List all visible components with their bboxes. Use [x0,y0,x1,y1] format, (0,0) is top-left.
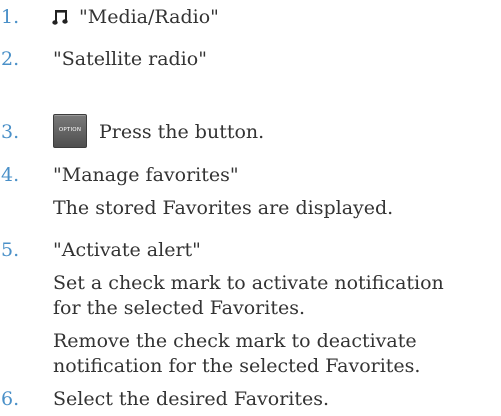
step-5-text: "Activate alert" [53,239,201,261]
step-5-number: 5. [1,239,20,261]
step-1-number: 1. [1,6,20,28]
option-button-label: OPTION [58,127,82,133]
instruction-steps: 1. "Media/Radio" 2. "Satellite radio" 3.… [0,0,501,416]
step-5-detail-1-line-2: for the selected Favorites. [53,297,306,319]
step-2-text: "Satellite radio" [53,48,207,70]
music-note-icon [52,8,70,26]
option-button-icon: OPTION [53,114,87,148]
step-4-text: "Manage favorites" [53,164,239,186]
step-3-number: 3. [1,121,20,143]
step-3-text: Press the button. [99,121,265,143]
step-2-number: 2. [1,48,20,70]
step-6-number: 6. [1,388,20,410]
step-5-detail-2-line-2: notification for the selected Favorites. [53,355,421,377]
step-6-text: Select the desired Favorites. [53,388,330,410]
step-4-result: The stored Favorites are displayed. [53,197,394,219]
step-4-number: 4. [1,164,20,186]
step-5-detail-1-line-1: Set a check mark to activate notificatio… [53,272,444,294]
step-1-text: "Media/Radio" [79,6,219,28]
step-5-detail-2-line-1: Remove the check mark to deactivate [53,330,417,352]
